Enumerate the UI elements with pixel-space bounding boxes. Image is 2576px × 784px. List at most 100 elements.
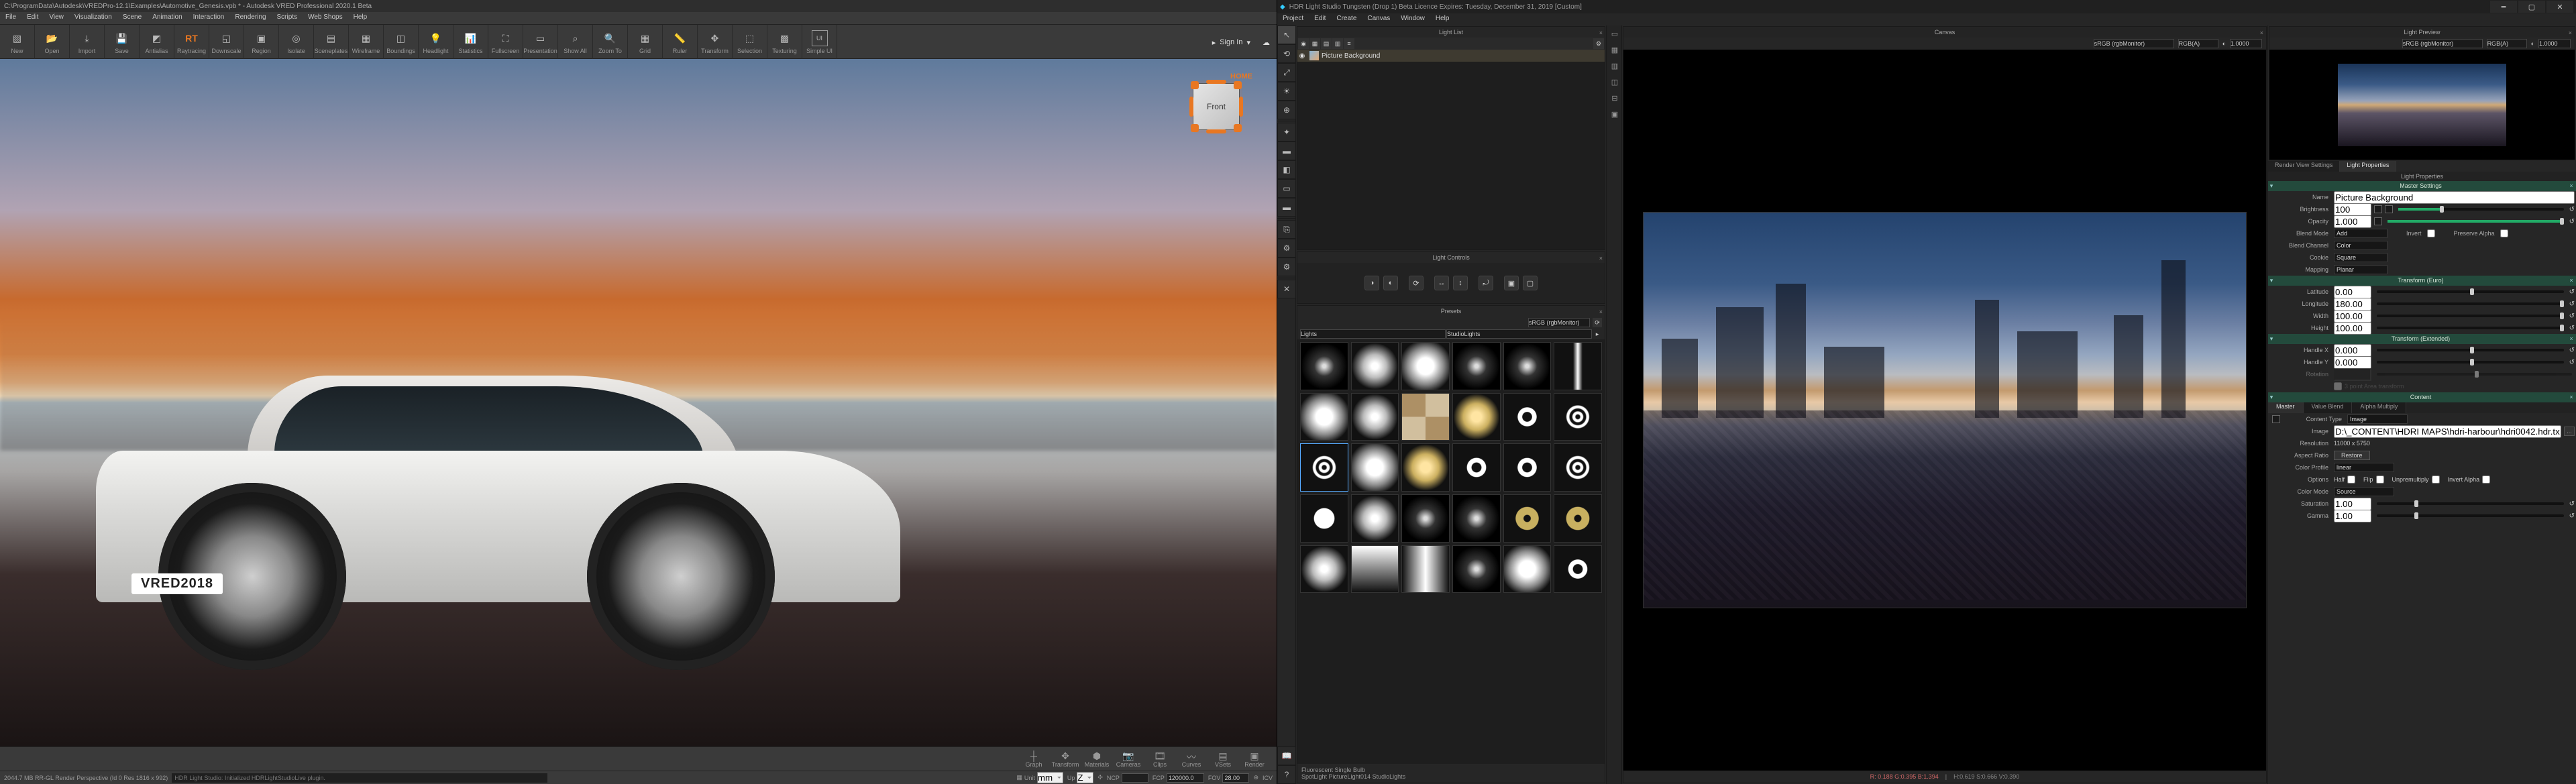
tool-help[interactable]: ?: [1277, 765, 1296, 784]
hx-input[interactable]: [2334, 344, 2371, 357]
ll-btn-2[interactable]: ▦: [1309, 38, 1320, 49]
link-toggle[interactable]: [2374, 205, 2382, 213]
link-toggle[interactable]: [2374, 217, 2382, 225]
preset-item[interactable]: [1452, 545, 1501, 594]
presets-refresh[interactable]: ⟳: [1593, 318, 1602, 327]
viewcube-home[interactable]: HOME: [1230, 72, 1252, 80]
tb-zoomto[interactable]: 🔍Zoom To: [593, 25, 628, 60]
reset-icon[interactable]: ↺: [2569, 218, 2575, 225]
hy-slider[interactable]: [2377, 361, 2564, 363]
preset-item[interactable]: [1300, 494, 1348, 543]
tb-fullscreen[interactable]: ⛶Fullscreen: [488, 25, 523, 60]
presets-cat2[interactable]: StudioLights: [1446, 329, 1592, 339]
hmenu-create[interactable]: Create: [1331, 13, 1362, 25]
exposure-dial-icon[interactable]: ◐: [2222, 40, 2226, 47]
minimize-button[interactable]: ━: [2490, 1, 2517, 13]
tool-settings[interactable]: ⚙: [1277, 239, 1296, 258]
ct-6[interactable]: ▣: [1607, 106, 1623, 122]
opacity-input[interactable]: [2334, 215, 2371, 228]
link-toggle[interactable]: [2385, 205, 2393, 213]
preset-item[interactable]: [1351, 393, 1399, 441]
tool-addlight[interactable]: ✦: [1277, 123, 1296, 142]
ll-btn-3[interactable]: ▤: [1321, 38, 1332, 49]
lon-slider[interactable]: [2377, 302, 2564, 305]
tb-raytracing[interactable]: RTRaytracing: [174, 25, 209, 60]
preset-item[interactable]: [1401, 443, 1450, 492]
viewcube-face[interactable]: Front: [1193, 83, 1240, 130]
preview-channels[interactable]: RGB(A): [2487, 39, 2527, 48]
sat-slider[interactable]: [2377, 502, 2564, 505]
tool-clone[interactable]: ⎘: [1277, 220, 1296, 239]
hmenu-canvas[interactable]: Canvas: [1362, 13, 1395, 25]
bb-materials[interactable]: ⬢Materials: [1081, 747, 1112, 771]
name-input[interactable]: [2334, 191, 2575, 204]
preset-item[interactable]: [1452, 443, 1501, 492]
menu-edit[interactable]: Edit: [21, 12, 44, 24]
lightlist-item[interactable]: ◉ Picture Background: [1297, 50, 1605, 62]
reset-icon[interactable]: ↺: [2569, 347, 2575, 354]
bb-graph[interactable]: ┼Graph: [1018, 747, 1049, 771]
hy-input[interactable]: [2334, 356, 2371, 369]
preset-item[interactable]: [1401, 494, 1450, 543]
preset-item[interactable]: [1452, 494, 1501, 543]
image-path-input[interactable]: [2334, 425, 2561, 438]
ll-btn-6[interactable]: ⚙: [1593, 38, 1604, 49]
viewport[interactable]: VRED2018 HOME Front: [0, 59, 1277, 746]
tb-boundings[interactable]: ◫Boundings: [384, 25, 419, 60]
ll-btn-5[interactable]: ≡: [1344, 38, 1354, 49]
height-slider[interactable]: [2377, 327, 2564, 329]
preset-item[interactable]: [1503, 393, 1552, 441]
preserve-check[interactable]: [2500, 229, 2508, 237]
fov-input[interactable]: [1222, 773, 1249, 783]
reset-icon[interactable]: ↺: [2569, 500, 2575, 508]
mapping-select[interactable]: Planar: [2334, 265, 2387, 274]
reset-icon[interactable]: ↺: [2569, 325, 2575, 332]
hmenu-help[interactable]: Help: [1430, 13, 1455, 25]
width-input[interactable]: [2334, 310, 2371, 323]
preset-item[interactable]: [1300, 545, 1348, 594]
flip-check[interactable]: [2376, 475, 2384, 484]
tb-showall[interactable]: ⌕Show All: [558, 25, 593, 60]
invert-check[interactable]: [2427, 229, 2435, 237]
tb-simpleui[interactable]: UISimple UI: [802, 25, 837, 60]
preset-item[interactable]: [1351, 342, 1399, 390]
reset-icon[interactable]: ↺: [2569, 359, 2575, 366]
tb-wireframe[interactable]: ▦Wireframe: [349, 25, 384, 60]
lat-slider[interactable]: [2377, 290, 2564, 293]
brightness-input[interactable]: [2334, 203, 2371, 216]
preview-view[interactable]: [2269, 50, 2575, 160]
contenttype-select[interactable]: Image: [2347, 414, 2408, 424]
tab-renderview[interactable]: Render View Settings: [2268, 161, 2340, 172]
signin-button[interactable]: ▸Sign In▾ ☁: [1205, 25, 1277, 60]
blendch-select[interactable]: Color: [2334, 241, 2387, 250]
tb-sceneplates[interactable]: ▤Sceneplates: [314, 25, 349, 60]
cookie-select[interactable]: Square: [2334, 253, 2387, 262]
preset-item[interactable]: [1503, 494, 1552, 543]
menu-view[interactable]: View: [44, 12, 69, 24]
exposure-dial-icon[interactable]: ◐: [2531, 40, 2534, 47]
bb-vsets[interactable]: ▤VSets: [1208, 747, 1238, 771]
reset-icon[interactable]: ↺: [2569, 206, 2575, 213]
panel-close-icon[interactable]: ×: [2569, 27, 2572, 38]
hmenu-project[interactable]: Project: [1277, 13, 1309, 25]
ct-1[interactable]: ▭: [1607, 25, 1623, 42]
bb-clips[interactable]: 🎞Clips: [1144, 747, 1175, 771]
expand-toggle[interactable]: [2272, 415, 2280, 423]
lc-btn5[interactable]: ↕: [1453, 276, 1468, 290]
lc-btn4[interactable]: ↔: [1434, 276, 1449, 290]
reset-icon[interactable]: ↺: [2569, 512, 2575, 520]
tb-region[interactable]: ▣Region: [244, 25, 279, 60]
preset-item[interactable]: [1503, 545, 1552, 594]
lc-btn1[interactable]: ◑: [1364, 276, 1379, 290]
half-check[interactable]: [2347, 475, 2355, 484]
menu-file[interactable]: File: [0, 12, 21, 24]
canvas-exposure[interactable]: [2230, 39, 2262, 48]
tb-texturing[interactable]: ▩Texturing: [767, 25, 802, 60]
preset-item[interactable]: [1401, 393, 1450, 441]
lc-btn8[interactable]: ▢: [1523, 276, 1538, 290]
panel-close-icon[interactable]: ×: [1599, 253, 1603, 264]
lc-btn2[interactable]: ◐: [1383, 276, 1398, 290]
preset-item[interactable]: [1554, 545, 1602, 594]
ct-3[interactable]: ▥: [1607, 58, 1623, 74]
tab-lightprops[interactable]: Light Properties: [2340, 161, 2396, 172]
